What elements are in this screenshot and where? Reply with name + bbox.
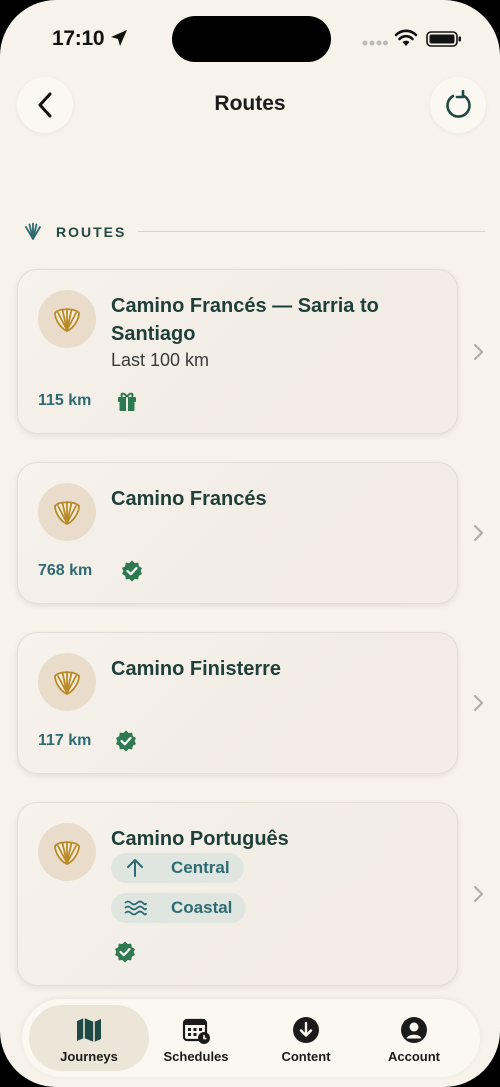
tab-label: Schedules xyxy=(163,1049,229,1064)
location-arrow-icon xyxy=(111,30,127,46)
shell-icon xyxy=(25,222,41,240)
route-badge xyxy=(38,290,96,348)
map-icon xyxy=(77,1018,101,1042)
route-distance: 768 km xyxy=(38,562,93,579)
chevron-right-icon xyxy=(473,885,484,903)
route-title: Camino Português xyxy=(111,828,289,850)
tab-journeys[interactable]: Journeys xyxy=(29,1005,149,1071)
arrow-up-icon xyxy=(127,859,143,877)
chevron-right-icon xyxy=(473,343,484,361)
variant-label: Central xyxy=(171,858,230,877)
route-card[interactable]: Camino Francés — Sarria to Santiago Last… xyxy=(17,269,458,434)
battery-icon xyxy=(426,31,461,47)
refresh-button[interactable] xyxy=(430,77,486,133)
tab-label: Content xyxy=(281,1049,331,1064)
tab-schedules[interactable]: Schedules xyxy=(140,999,252,1077)
tab-bar: Journeys Schedules Content Account xyxy=(22,999,480,1077)
app-screen: 17:10 Routes ROUTES Camino Francés — Sar… xyxy=(0,0,500,1087)
route-card[interactable]: Camino Francés 768 km xyxy=(17,462,458,604)
page-title: Routes xyxy=(214,92,286,115)
tab-label: Account xyxy=(388,1049,440,1064)
shell-icon xyxy=(54,841,80,865)
chevron-right-icon xyxy=(473,694,484,712)
calendar-clock-icon xyxy=(182,1018,210,1044)
shell-icon xyxy=(54,671,80,695)
verified-icon xyxy=(115,941,135,963)
route-badge xyxy=(38,823,96,881)
section-label: ROUTES xyxy=(56,224,127,240)
verified-icon xyxy=(116,730,136,752)
route-title: Camino Francés xyxy=(111,488,267,510)
section-divider xyxy=(138,231,485,232)
variant-pill-central[interactable]: Central xyxy=(111,853,244,883)
route-badge xyxy=(38,653,96,711)
waves-icon xyxy=(124,900,147,916)
refresh-icon xyxy=(446,90,471,118)
dynamic-island xyxy=(172,16,331,62)
tab-account[interactable]: Account xyxy=(358,999,470,1077)
verified-icon xyxy=(122,560,142,582)
wifi-icon xyxy=(394,29,418,46)
download-icon xyxy=(293,1017,319,1043)
route-title: Camino Francés — Sarria to Santiago xyxy=(111,295,379,345)
account-icon xyxy=(401,1017,427,1043)
route-title: Camino Finisterre xyxy=(111,658,282,680)
tab-content[interactable]: Content xyxy=(250,999,362,1077)
signal-icon xyxy=(362,40,388,46)
variant-pill-coastal[interactable]: Coastal xyxy=(111,893,247,923)
route-card[interactable]: Camino Português Central Coastal xyxy=(17,802,458,986)
variant-label: Coastal xyxy=(171,898,233,917)
route-card[interactable]: Camino Finisterre 117 km xyxy=(17,632,458,774)
route-subtitle: Last 100 km xyxy=(111,350,210,370)
shell-icon xyxy=(54,501,80,525)
status-time: 17:10 xyxy=(52,27,105,50)
shell-icon xyxy=(54,308,80,332)
route-distance: 115 km xyxy=(38,392,92,409)
tab-label: Journeys xyxy=(60,1049,118,1064)
route-distance: 117 km xyxy=(38,732,92,749)
chevron-right-icon xyxy=(473,524,484,542)
route-badge xyxy=(38,483,96,541)
gift-icon xyxy=(118,392,136,411)
